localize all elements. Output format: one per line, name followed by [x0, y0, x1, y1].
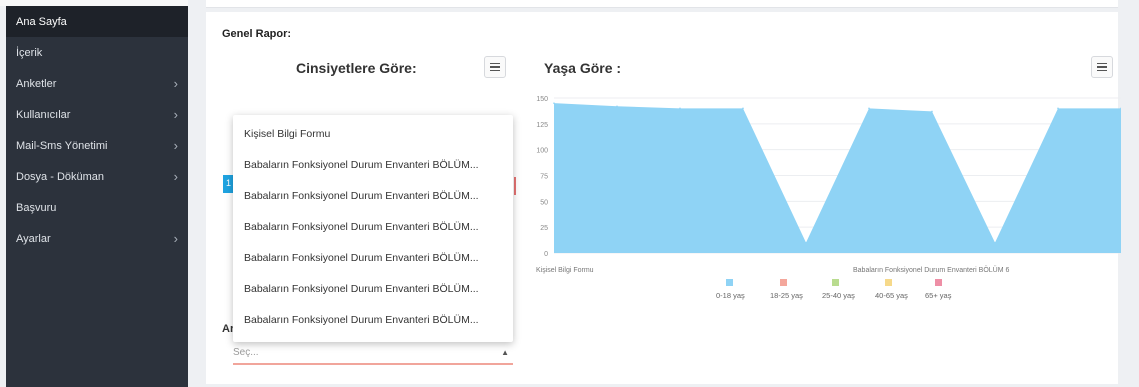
legend-swatch	[935, 279, 942, 286]
data-point	[994, 241, 996, 244]
chevron-right-icon: ›	[173, 107, 178, 122]
y-tick-label: 0	[544, 251, 548, 258]
sidebar-item[interactable]: Anketler ›	[6, 68, 188, 99]
dropdown-option[interactable]: Babaların Fonksiyonel Durum Envanteri BÖ…	[233, 213, 513, 244]
gender-chart-marker	[514, 177, 516, 195]
sidebar-item[interactable]: Başvuru	[6, 192, 188, 223]
sidebar-item[interactable]: Mail-Sms Yönetimi ›	[6, 130, 188, 161]
sidebar-item-label: Başvuru	[16, 201, 57, 214]
data-point	[616, 105, 618, 108]
sidebar-item-label: Ana Sayfa	[16, 15, 67, 28]
age-chart-title: Yaşa Göre :	[544, 60, 622, 76]
data-point	[805, 241, 807, 244]
chevron-right-icon: ›	[173, 231, 178, 246]
legend-swatch	[780, 279, 787, 286]
report-title: Genel Rapor:	[222, 28, 292, 40]
y-tick-label: 25	[540, 225, 548, 232]
y-tick-label: 100	[536, 148, 548, 155]
sidebar-item-label: Anketler	[16, 77, 57, 90]
y-tick-label: 150	[536, 96, 548, 103]
sidebar-item-label: Mail-Sms Yönetimi	[16, 139, 108, 152]
age-chart-menu-button[interactable]	[1091, 56, 1113, 78]
chevron-right-icon: ›	[173, 138, 178, 153]
data-point	[553, 102, 555, 104]
x-tick-label: Babaların Fonksiyonel Durum Envanteri BÖ…	[853, 266, 1010, 274]
sidebar-item-label: İçerik	[16, 46, 43, 59]
top-card	[206, 0, 1118, 8]
legend-swatch	[885, 279, 892, 286]
legend-label: 18-25 yaş	[770, 291, 803, 300]
sidebar-item-label: Ayarlar	[16, 232, 51, 245]
survey-select[interactable]: Seç... ▲	[233, 345, 513, 365]
chevron-right-icon: ›	[173, 169, 178, 184]
hamburger-icon	[1097, 62, 1107, 73]
sidebar-item[interactable]: Dosya - Döküman ›	[6, 161, 188, 192]
legend-label: 0-18 yaş	[716, 291, 745, 300]
sidebar: Ana Sayfa İçerik Anketler › Kullanıcılar › Mai…	[6, 6, 188, 387]
series-area	[554, 103, 1121, 254]
legend-swatch	[726, 279, 733, 286]
sidebar-item[interactable]: İçerik	[6, 37, 188, 68]
chevron-right-icon: ›	[173, 76, 178, 91]
dropdown-option[interactable]: Babaların Fonksiyonel Durum Envanteri BÖ…	[233, 275, 513, 306]
caret-up-icon: ▲	[501, 348, 509, 357]
dropdown-option[interactable]: Babaların Fonksiyonel Durum Envanteri BÖ…	[233, 244, 513, 275]
sidebar-item[interactable]: Ayarlar ›	[6, 223, 188, 254]
x-tick-label: Kişisel Bilgi Formu	[536, 267, 594, 274]
dropdown-option[interactable]: Kişisel Bilgi Formu	[233, 120, 513, 151]
data-point	[868, 107, 870, 110]
gender-chart-menu-button[interactable]	[484, 56, 506, 78]
legend-label: 25-40 yaş	[822, 291, 855, 300]
select-placeholder: Seç...	[233, 347, 259, 358]
sidebar-item[interactable]: Kullanıcılar ›	[6, 99, 188, 130]
sidebar-item-label: Dosya - Döküman	[16, 170, 105, 183]
y-tick-label: 125	[536, 122, 548, 129]
gender-chart-title: Cinsiyetlere Göre:	[296, 60, 417, 76]
data-point	[742, 107, 744, 110]
sidebar-item-label: Kullanıcılar	[16, 108, 71, 121]
age-area-chart: 0 25 50 75 100 125 150 Kişisel Bilgi Formu Babal…	[536, 96, 1121, 300]
legend-label: 65+ yaş	[925, 291, 952, 300]
report-card: Genel Rapor: Cinsiyetlere Göre: Yaşa Gör…	[206, 12, 1121, 384]
main-area: Genel Rapor: Cinsiyetlere Göre: Yaşa Gör…	[188, 0, 1139, 387]
dropdown-option[interactable]: Babaların Fonksiyonel Durum Envanteri BÖ…	[233, 306, 513, 337]
dropdown-option[interactable]: Babaların Fonksiyonel Durum Envanteri BÖ…	[233, 182, 513, 213]
data-point	[679, 107, 681, 110]
y-tick-label: 75	[540, 174, 548, 181]
data-point	[1057, 107, 1059, 110]
dropdown-option[interactable]: Babaların Fonksiyonel Durum Envanteri BÖ…	[233, 151, 513, 182]
data-point	[931, 110, 933, 113]
hamburger-icon	[490, 62, 500, 73]
sidebar-item[interactable]: Ana Sayfa	[6, 6, 188, 37]
legend-swatch	[832, 279, 839, 286]
legend-label: 40-65 yaş	[875, 291, 908, 300]
y-tick-label: 50	[540, 199, 548, 206]
survey-dropdown-menu: Kişisel Bilgi Formu Babaların Fonksiyonel…	[233, 115, 513, 342]
